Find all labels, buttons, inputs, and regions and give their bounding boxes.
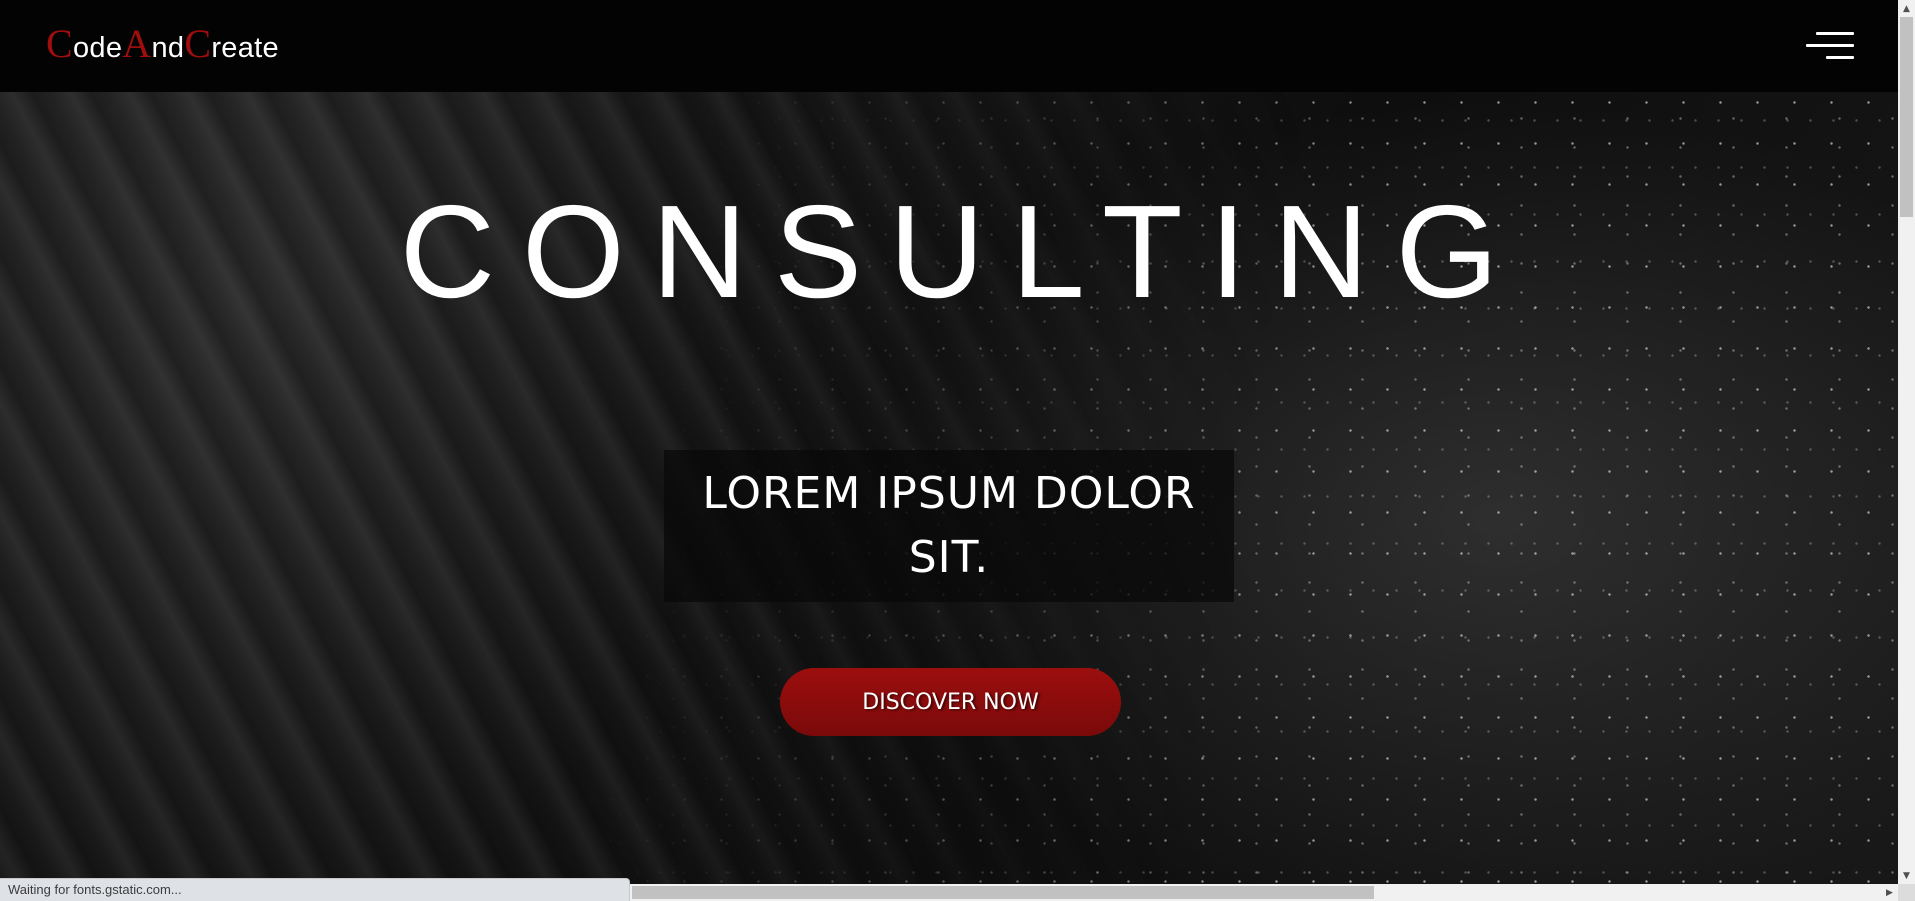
sand-speckle-background xyxy=(0,0,1898,884)
logo-text-ode: ode xyxy=(72,32,123,64)
site-logo[interactable]: CodeAndCreate xyxy=(46,20,279,67)
discover-now-button[interactable]: DISCOVER NOW xyxy=(780,668,1121,736)
page-viewport: CodeAndCreate CONSULTING LOREM IPSUM DOL… xyxy=(0,0,1898,884)
logo-letter-a: A xyxy=(122,21,152,66)
horizontal-scrollbar-thumb[interactable] xyxy=(632,886,1374,899)
browser-status-bar: Waiting for fonts.gstatic.com... xyxy=(0,878,630,901)
scrollbar-corner xyxy=(1898,884,1915,901)
tagline-box: LOREM IPSUM DOLOR SIT. xyxy=(664,450,1234,602)
logo-letter-c: C xyxy=(46,21,73,66)
hero-tagline: LOREM IPSUM DOLOR SIT. xyxy=(702,468,1196,583)
menu-line-middle xyxy=(1806,44,1854,47)
scroll-up-arrow-icon[interactable]: ▲ xyxy=(1898,0,1915,17)
scroll-right-arrow-icon[interactable]: ▶ xyxy=(1881,884,1898,901)
logo-text-nd: nd xyxy=(151,32,185,64)
logo-text-reate: reate xyxy=(211,32,279,64)
menu-line-bottom xyxy=(1826,56,1854,59)
menu-line-top xyxy=(1816,32,1854,35)
vertical-scrollbar[interactable]: ▲ ▼ xyxy=(1898,0,1915,884)
hero-title: CONSULTING xyxy=(399,178,1526,325)
vertical-scrollbar-thumb[interactable] xyxy=(1900,17,1913,217)
navbar: CodeAndCreate xyxy=(0,0,1898,92)
scroll-down-arrow-icon[interactable]: ▼ xyxy=(1898,867,1915,884)
hamburger-menu-icon[interactable] xyxy=(1806,30,1854,62)
logo-letter-c-second: C xyxy=(184,21,212,66)
